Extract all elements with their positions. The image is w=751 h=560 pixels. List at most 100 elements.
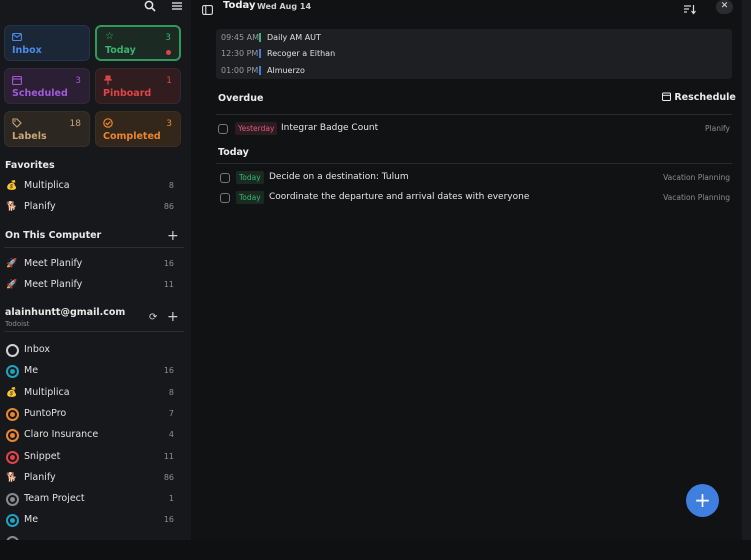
sort-icon[interactable]: [683, 0, 696, 19]
task-checkbox[interactable]: [218, 124, 228, 134]
card-scheduled[interactable]: Scheduled 3: [4, 68, 90, 104]
page-title: Today: [223, 0, 256, 11]
favorite-item-count: 86: [163, 202, 174, 211]
task-project: Vacation Planning: [663, 173, 730, 182]
local-project-count: 16: [163, 259, 174, 268]
calendar-event[interactable]: 01:00 PM Almuerzo: [221, 64, 305, 78]
account-project-count: 8: [168, 388, 174, 397]
calendar-events: 09:45 AM Daily AM AUT 12:30 PM Recoger a E…: [216, 29, 732, 79]
project-ring-icon: [6, 514, 19, 527]
on-this-computer-heading: On This Computer: [5, 230, 102, 241]
money-bag-icon: 💰: [6, 181, 18, 191]
card-today[interactable]: ☆ Today 3: [95, 25, 181, 61]
sync-icon[interactable]: ⟳: [149, 312, 157, 323]
page-date: Wed Aug 14: [257, 2, 312, 11]
account-project-label: Claro Insurance: [24, 429, 99, 440]
local-project-item[interactable]: 🚀 Meet Planify 16: [0, 254, 191, 274]
task-title: Integrar Badge Count: [281, 123, 379, 133]
close-icon[interactable]: ✕: [716, 0, 733, 14]
local-project-item[interactable]: 🚀 Meet Planify 11: [0, 275, 191, 295]
dog-icon: 🐕: [6, 473, 18, 483]
favorites-heading: Favorites: [5, 160, 55, 171]
rocket-icon: 🚀: [6, 280, 18, 290]
add-account-project-icon[interactable]: +: [167, 310, 179, 324]
card-pinboard-label: Pinboard: [103, 88, 152, 99]
project-color-dot: [10, 412, 15, 417]
scrollbar-track[interactable]: [742, 0, 751, 540]
task-row[interactable]: Yesterday Integrar Badge Count Planify: [216, 120, 732, 138]
account-project-count: 1: [168, 494, 174, 503]
favorite-item-label: Multiplica: [24, 180, 70, 191]
account-project-label: Me: [24, 365, 39, 376]
account-project-item[interactable]: Me 16: [0, 510, 191, 530]
task-checkbox[interactable]: [220, 193, 230, 203]
account-project-item[interactable]: Me 16: [0, 361, 191, 381]
project-ring-icon: [6, 493, 19, 506]
account-project-item[interactable]: Inbox: [0, 340, 191, 360]
project-ring-icon: [6, 408, 19, 421]
add-project-icon[interactable]: +: [167, 229, 179, 243]
account-project-item[interactable]: 🐕 Planify 86: [0, 468, 191, 488]
card-scheduled-count: 3: [75, 76, 81, 86]
overdue-dot: [166, 50, 171, 55]
account-project-label: PuntoPro: [24, 408, 67, 419]
card-today-count: 3: [165, 33, 171, 43]
account-project-count: 4: [168, 430, 174, 439]
event-color-bar: [259, 66, 261, 75]
search-icon[interactable]: [141, 0, 159, 14]
divider: [4, 331, 184, 332]
reschedule-button[interactable]: Reschedule: [662, 92, 736, 105]
favorite-item-label: Planify: [24, 201, 56, 212]
account-project-item[interactable]: PuntoPro 7: [0, 404, 191, 424]
account-project-label: Planify: [24, 472, 56, 483]
calendar-event[interactable]: 12:30 PM Recoger a Eithan: [221, 47, 335, 61]
sidebar-toggle-icon[interactable]: [202, 0, 213, 19]
task-project: Planify: [705, 124, 730, 133]
account-list-overflow: [0, 533, 191, 540]
overdue-heading: Overdue: [218, 93, 264, 104]
card-scheduled-label: Scheduled: [12, 88, 68, 99]
project-ring-icon: [6, 344, 19, 357]
rocket-icon: 🚀: [6, 259, 18, 269]
star-icon: ☆: [105, 31, 114, 42]
account-email: alainhuntt@gmail.com: [5, 307, 126, 318]
money-bag-icon: 💰: [6, 388, 18, 398]
card-inbox[interactable]: Inbox: [4, 25, 90, 61]
local-project-label: Meet Planify: [24, 258, 83, 269]
card-inbox-label: Inbox: [12, 45, 42, 56]
account-project-item[interactable]: 💰 Multiplica 8: [0, 383, 191, 403]
task-row[interactable]: Today Coordinate the departure and arriv…: [218, 189, 732, 207]
task-checkbox[interactable]: [220, 173, 230, 183]
project-color-dot: [10, 369, 15, 374]
menu-icon[interactable]: [168, 0, 186, 14]
favorite-item-multiplica[interactable]: 💰 Multiplica 8: [0, 176, 191, 196]
card-completed[interactable]: Completed 3: [95, 111, 181, 147]
task-row[interactable]: Today Decide on a destination: Tulum Vac…: [218, 169, 732, 187]
dog-icon: 🐕: [6, 202, 18, 212]
card-labels[interactable]: Labels 18: [4, 111, 90, 147]
project-color-dot: [10, 518, 15, 523]
task-due-badge: Today: [236, 191, 264, 204]
calendar-event[interactable]: 09:45 AM Daily AM AUT: [221, 31, 321, 45]
favorite-item-planify[interactable]: 🐕 Planify 86: [0, 197, 191, 217]
pin-icon: [103, 75, 113, 88]
add-task-button[interactable]: +: [686, 484, 719, 517]
main-panel: [191, 0, 751, 540]
card-completed-count: 3: [166, 119, 172, 129]
window-bottom-edge: [0, 540, 751, 560]
account-project-label: Multiplica: [24, 387, 70, 398]
card-pinboard[interactable]: Pinboard 1: [95, 68, 181, 104]
account-project-count: 7: [168, 409, 174, 418]
event-name: Almuerzo: [267, 66, 305, 75]
account-project-item[interactable]: Snippet 11: [0, 447, 191, 467]
account-project-count: 16: [163, 366, 174, 375]
project-color-dot: [10, 497, 15, 502]
project-color-dot: [10, 455, 15, 460]
account-project-item[interactable]: Team Project 1: [0, 489, 191, 509]
account-project-count: 16: [163, 515, 174, 524]
divider: [216, 163, 732, 164]
project-ring-icon: [6, 429, 19, 442]
sidebar: Inbox ☆ Today 3 Scheduled 3 Pinboard 1 L…: [0, 0, 191, 540]
account-project-label: Team Project: [24, 493, 85, 504]
account-project-item[interactable]: Claro Insurance 4: [0, 425, 191, 445]
